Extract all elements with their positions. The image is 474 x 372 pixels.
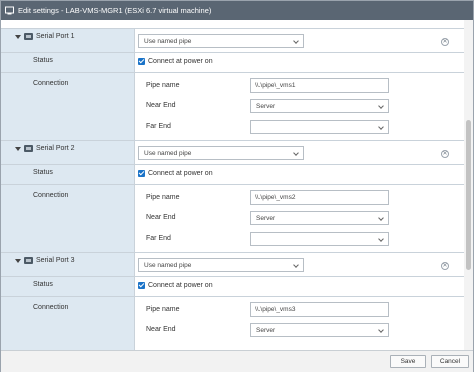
connection-label: Connection xyxy=(33,304,69,311)
serial-port-1-section: Serial Port 1 Use named pipe ✕ Status Co… xyxy=(1,28,464,140)
serial-port-1-label: Serial Port 1 xyxy=(36,33,75,40)
near-end-label: Near End xyxy=(146,214,176,221)
save-button[interactable]: Save xyxy=(390,355,426,368)
pipe-name-label: Pipe name xyxy=(146,194,180,201)
chevron-down-icon xyxy=(378,327,384,333)
connection-label: Connection xyxy=(33,192,69,199)
checkbox-checked-icon[interactable] xyxy=(138,282,145,289)
chevron-down-icon xyxy=(293,38,299,44)
checkbox-checked-icon[interactable] xyxy=(138,170,145,177)
edit-settings-dialog: Edit settings - LAB-VMS-MGR1 (ESXi 6.7 v… xyxy=(0,0,474,372)
status-label: Status xyxy=(33,169,53,176)
chevron-down-icon xyxy=(378,236,384,242)
connect-at-power-on-checkbox[interactable]: Connect at power on xyxy=(138,282,213,289)
serial-port-icon xyxy=(24,33,33,40)
dialog-titlebar: Edit settings - LAB-VMS-MGR1 (ESXi 6.7 v… xyxy=(1,1,473,20)
chevron-down-icon xyxy=(293,150,299,156)
serial-port-3-toggle[interactable]: Serial Port 3 xyxy=(15,257,75,264)
caret-down-icon[interactable] xyxy=(15,146,21,151)
serial-port-1-type-select[interactable]: Use named pipe xyxy=(138,34,304,48)
far-end-select[interactable] xyxy=(250,232,389,246)
connection-label: Connection xyxy=(33,80,69,87)
serial-port-icon xyxy=(24,145,33,152)
serial-port-2-section: Serial Port 2 Use named pipe ✕ Status Co… xyxy=(1,140,464,252)
pipe-name-label: Pipe name xyxy=(146,306,180,313)
chevron-down-icon xyxy=(293,262,299,268)
far-end-label: Far End xyxy=(146,235,171,242)
chevron-down-icon xyxy=(378,124,384,130)
near-end-label: Near End xyxy=(146,326,176,333)
serial-port-icon xyxy=(24,257,33,264)
near-end-select[interactable]: Server xyxy=(250,211,389,225)
dialog-title: Edit settings - LAB-VMS-MGR1 (ESXi 6.7 v… xyxy=(18,6,212,15)
vertical-scrollbar[interactable] xyxy=(464,20,473,350)
serial-port-3-label: Serial Port 3 xyxy=(36,257,75,264)
cancel-button[interactable]: Cancel xyxy=(431,355,469,368)
remove-circle-icon[interactable]: ✕ xyxy=(441,38,449,46)
remove-circle-icon[interactable]: ✕ xyxy=(441,262,449,270)
caret-down-icon[interactable] xyxy=(15,258,21,263)
vm-settings-icon xyxy=(5,6,14,15)
chevron-down-icon xyxy=(378,103,384,109)
chevron-down-icon xyxy=(378,215,384,221)
caret-down-icon[interactable] xyxy=(15,34,21,39)
serial-port-3-type-select[interactable]: Use named pipe xyxy=(138,258,304,272)
serial-port-2-type-select[interactable]: Use named pipe xyxy=(138,146,304,160)
connect-at-power-on-checkbox[interactable]: Connect at power on xyxy=(138,170,213,177)
near-end-select[interactable]: Server xyxy=(250,99,389,113)
serial-port-1-toggle[interactable]: Serial Port 1 xyxy=(15,33,75,40)
serial-port-3-section: Serial Port 3 Use named pipe ✕ Status Co… xyxy=(1,252,464,350)
far-end-select[interactable] xyxy=(250,120,389,134)
connect-at-power-on-checkbox[interactable]: Connect at power on xyxy=(138,58,213,65)
status-label: Status xyxy=(33,281,53,288)
remove-circle-icon[interactable]: ✕ xyxy=(441,150,449,158)
serial-port-2-label: Serial Port 2 xyxy=(36,145,75,152)
pipe-name-label: Pipe name xyxy=(146,82,180,89)
settings-content: Serial Port 1 Use named pipe ✕ Status Co… xyxy=(1,20,473,350)
near-end-label: Near End xyxy=(146,102,176,109)
near-end-select[interactable]: Server xyxy=(250,323,389,337)
dialog-footer: Save Cancel xyxy=(1,350,473,372)
checkbox-checked-icon[interactable] xyxy=(138,58,145,65)
serial-port-2-toggle[interactable]: Serial Port 2 xyxy=(15,145,75,152)
scrollbar-thumb[interactable] xyxy=(466,120,471,270)
pipe-name-input[interactable]: \\.\pipe\_vms1 xyxy=(250,78,389,93)
status-label: Status xyxy=(33,57,53,64)
pipe-name-input[interactable]: \\.\pipe\_vms2 xyxy=(250,190,389,205)
far-end-label: Far End xyxy=(146,123,171,130)
pipe-name-input[interactable]: \\.\pipe\_vms3 xyxy=(250,302,389,317)
